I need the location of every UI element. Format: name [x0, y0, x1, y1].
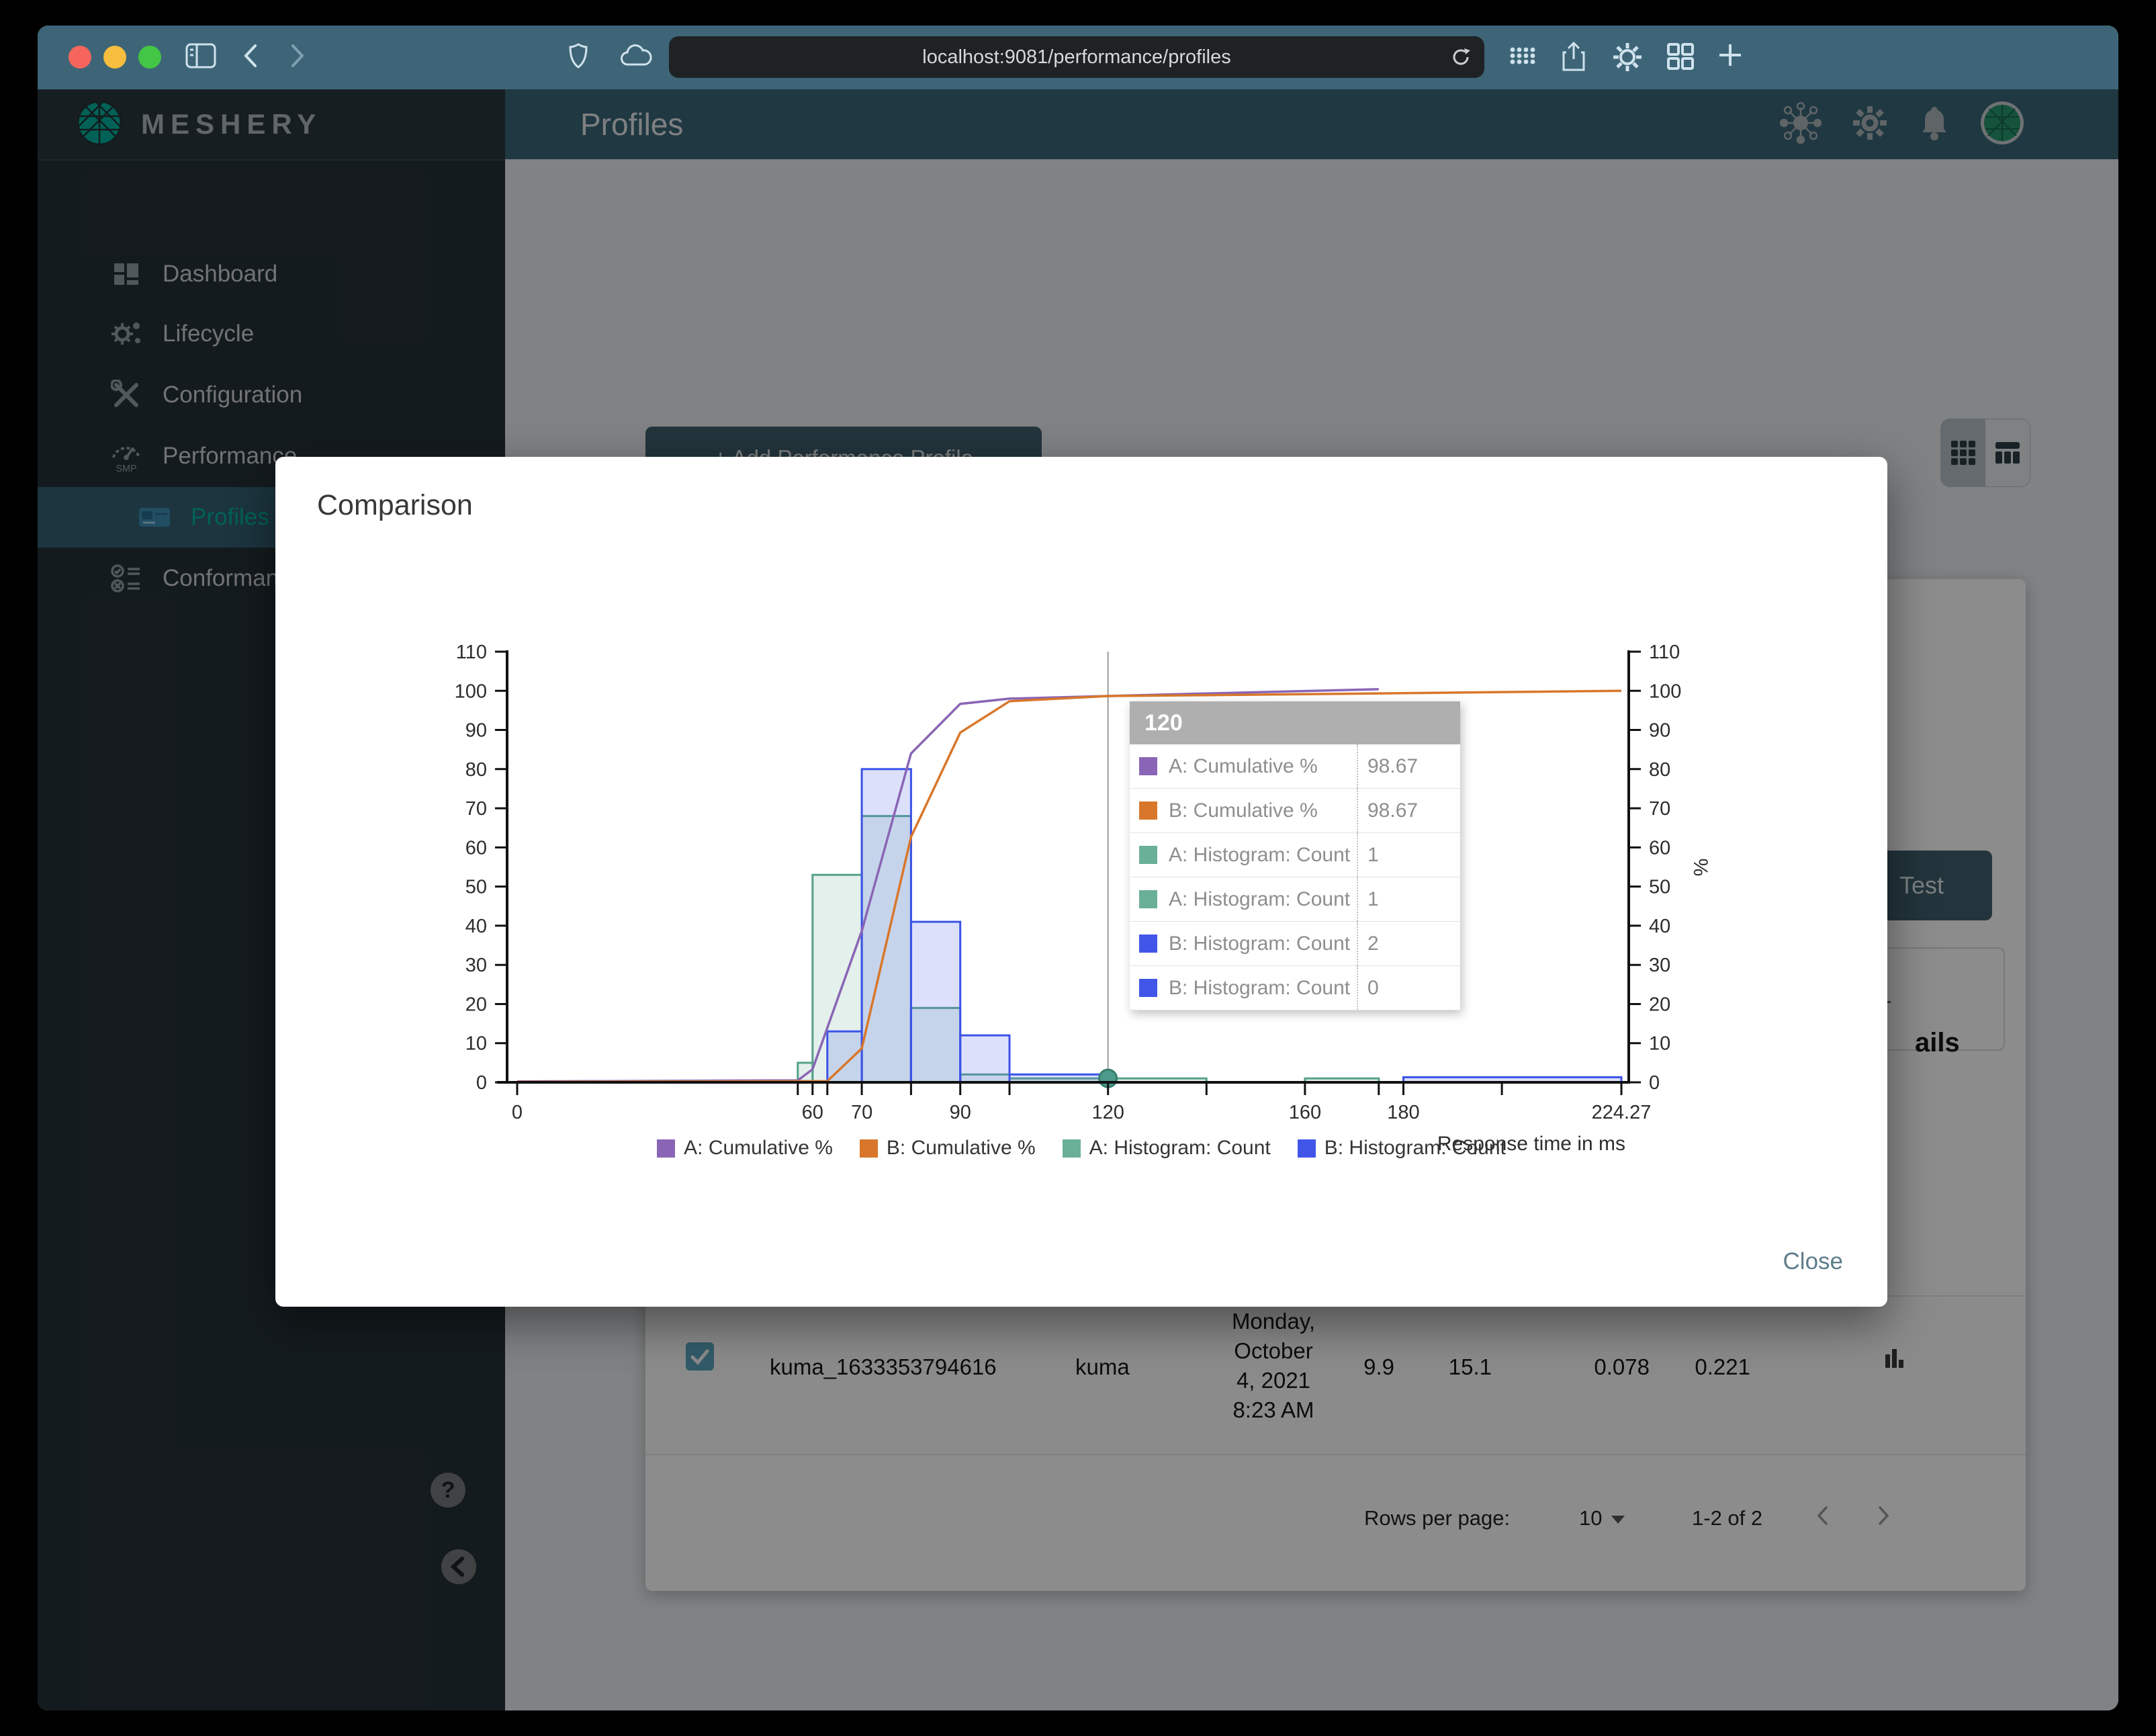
legend-swatch	[1062, 1139, 1081, 1158]
new-tab-icon[interactable]	[1715, 40, 1745, 73]
legend-item: B: Histogram: Count	[1297, 1137, 1506, 1160]
svg-text:50: 50	[1649, 877, 1670, 898]
svg-text:90: 90	[950, 1102, 971, 1123]
svg-text:0: 0	[476, 1072, 487, 1094]
legend-label: A: Histogram: Count	[1089, 1137, 1271, 1159]
svg-text:20: 20	[465, 994, 487, 1016]
histogram-bar	[860, 768, 912, 1084]
legend-label: A: Cumulative %	[684, 1137, 833, 1159]
svg-text:60: 60	[1649, 837, 1670, 859]
legend-label: B: Cumulative %	[886, 1137, 1036, 1159]
svg-text:70: 70	[851, 1102, 872, 1123]
svg-text:120: 120	[1092, 1102, 1124, 1123]
tooltip-row: A: Cumulative % 98.67	[1130, 744, 1460, 789]
svg-text:80: 80	[465, 759, 487, 781]
browser-window: localhost:9081/performance/profiles MESH…	[38, 26, 2118, 1710]
settings-gear-icon[interactable]	[1611, 40, 1644, 77]
svg-text:110: 110	[1649, 642, 1680, 663]
tooltip-row-value: 98.67	[1357, 744, 1460, 788]
svg-text:224.27: 224.27	[1592, 1102, 1652, 1123]
privacy-shield-icon[interactable]	[568, 40, 588, 75]
tooltip-row-label: B: Histogram: Count	[1169, 932, 1351, 955]
url-bar[interactable]: localhost:9081/performance/profiles	[669, 36, 1484, 78]
minimize-window-button[interactable]	[103, 46, 126, 69]
comparison-chart[interactable]: 0 60 70 90 120 160 180 224.270 010 1020 2030 3040 40…	[275, 457, 1887, 1307]
tooltip-title: 120	[1130, 701, 1460, 744]
svg-text:40: 40	[1649, 916, 1670, 937]
tooltip-row-label: A: Histogram: Count	[1169, 843, 1351, 866]
tooltip-row-label: B: Cumulative %	[1169, 799, 1318, 822]
svg-text:60: 60	[465, 837, 487, 859]
legend-label: B: Histogram: Count	[1324, 1137, 1506, 1159]
svg-text:100: 100	[455, 681, 487, 702]
browser-chrome: localhost:9081/performance/profiles	[38, 26, 2118, 89]
tooltip-row-label: A: Cumulative %	[1169, 754, 1318, 777]
svg-text:20: 20	[1649, 994, 1670, 1016]
tooltip-swatch	[1139, 890, 1157, 908]
tooltip-row-value: 1	[1357, 833, 1460, 877]
tooltip-row: B: Cumulative % 98.67	[1130, 789, 1460, 833]
legend-item: B: Cumulative %	[859, 1137, 1036, 1160]
grid-dots-icon[interactable]	[1506, 40, 1541, 75]
tooltip-swatch	[1139, 801, 1157, 820]
chart-tooltip: 120 A: Cumulative % 98.67 B: Cumulative % 9…	[1130, 701, 1460, 1010]
svg-text:70: 70	[1649, 798, 1670, 820]
svg-text:0: 0	[1649, 1072, 1660, 1094]
svg-text:80: 80	[1649, 759, 1670, 781]
tab-overview-icon[interactable]	[1664, 40, 1697, 76]
svg-text:160: 160	[1289, 1102, 1321, 1123]
tooltip-row: A: Histogram: Count 1	[1130, 877, 1460, 922]
svg-text:180: 180	[1387, 1102, 1419, 1123]
legend-swatch	[657, 1139, 676, 1158]
svg-text:50: 50	[465, 877, 487, 898]
svg-text:10: 10	[1649, 1033, 1670, 1055]
svg-text:%: %	[1689, 859, 1711, 877]
tooltip-swatch	[1139, 846, 1157, 864]
tooltip-row-label: A: Histogram: Count	[1169, 887, 1351, 910]
share-icon[interactable]	[1558, 40, 1589, 77]
legend-item: A: Histogram: Count	[1062, 1137, 1271, 1160]
close-window-button[interactable]	[69, 46, 91, 69]
refresh-icon[interactable]	[1449, 46, 1472, 74]
tooltip-row-label: B: Histogram: Count	[1169, 976, 1351, 999]
svg-text:70: 70	[465, 798, 487, 820]
tooltip-row: B: Histogram: Count 0	[1130, 966, 1460, 1010]
close-button[interactable]: Close	[1783, 1248, 1843, 1275]
histogram-bar	[959, 1034, 1011, 1084]
svg-text:60: 60	[802, 1102, 823, 1123]
svg-text:100: 100	[1649, 681, 1681, 702]
sidebar-toggle-icon[interactable]	[184, 40, 218, 73]
legend-swatch	[1297, 1139, 1316, 1158]
tooltip-row: B: Histogram: Count 2	[1130, 922, 1460, 966]
tooltip-swatch	[1139, 935, 1157, 953]
url-text: localhost:9081/performance/profiles	[922, 46, 1231, 68]
svg-text:30: 30	[1649, 955, 1670, 976]
legend-swatch	[859, 1139, 878, 1158]
tooltip-row-value: 98.67	[1357, 789, 1460, 832]
tooltip-row-value: 0	[1357, 966, 1460, 1010]
svg-text:90: 90	[1649, 720, 1670, 742]
svg-text:0: 0	[512, 1102, 523, 1123]
tooltip-swatch	[1139, 979, 1157, 997]
chart-legend: A: Cumulative % B: Cumulative % A: Histogr…	[275, 1137, 1887, 1160]
svg-text:90: 90	[465, 720, 487, 742]
legend-item: A: Cumulative %	[657, 1137, 833, 1160]
cloud-icon[interactable]	[619, 40, 654, 75]
tooltip-row: A: Histogram: Count 1	[1130, 833, 1460, 877]
svg-text:30: 30	[465, 955, 487, 976]
histogram-bar	[909, 920, 962, 1084]
zoom-window-button[interactable]	[138, 46, 161, 69]
tooltip-row-value: 2	[1357, 922, 1460, 965]
svg-text:40: 40	[465, 916, 487, 937]
tooltip-swatch	[1139, 757, 1157, 775]
svg-text:110: 110	[456, 642, 487, 663]
comparison-modal: Comparison 0 60 70 90 120 160 180 224.27 0 0 10 10 2…	[275, 457, 1887, 1307]
tooltip-row-value: 1	[1357, 877, 1460, 921]
svg-text:10: 10	[465, 1033, 487, 1055]
forward-icon[interactable]	[286, 40, 309, 75]
back-icon[interactable]	[239, 40, 262, 75]
